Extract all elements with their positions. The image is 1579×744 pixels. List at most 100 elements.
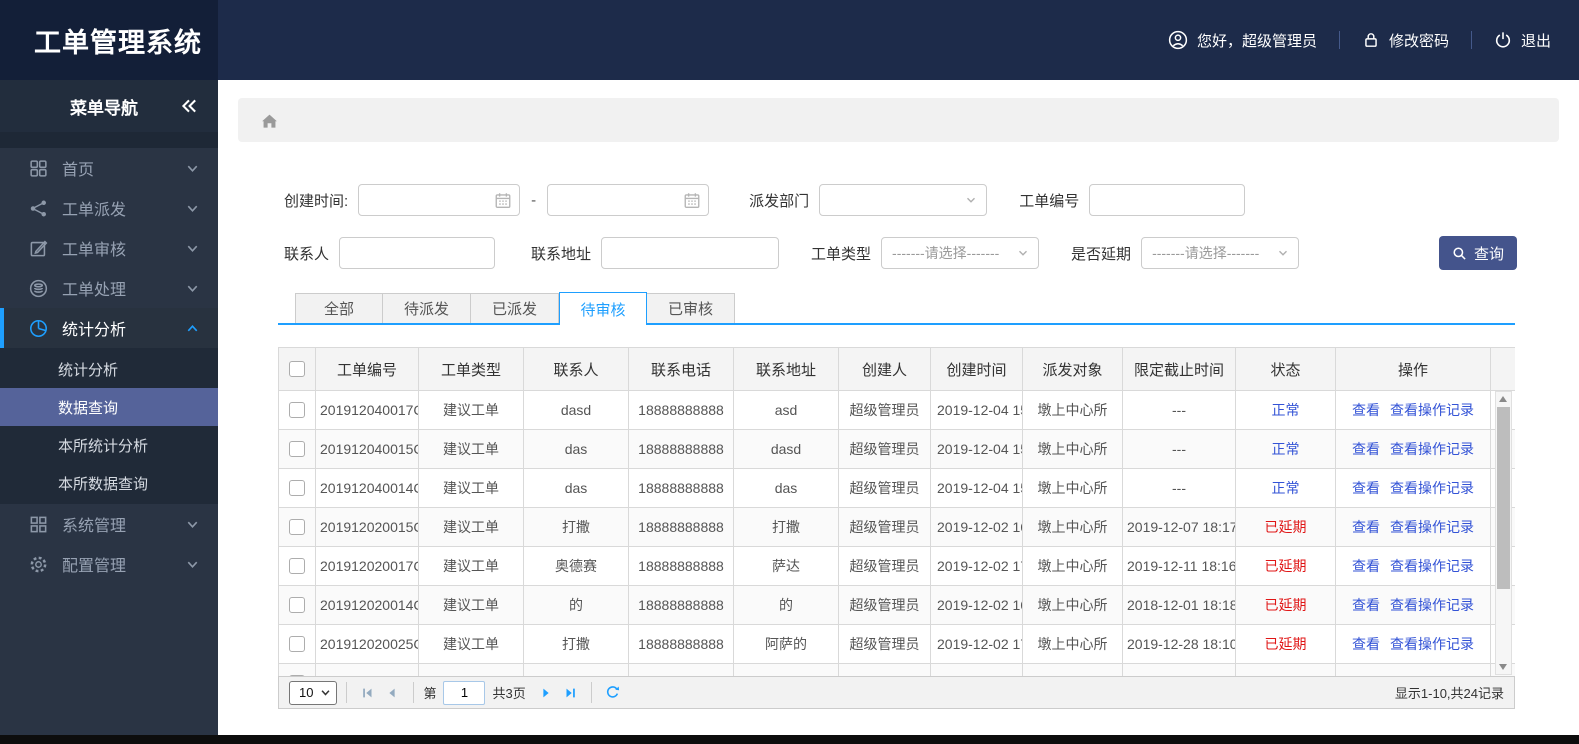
sidebar-item-3[interactable]: 工单审核 <box>0 228 218 268</box>
sidebar-item-7[interactable]: 配置管理 <box>0 544 218 584</box>
calendar-icon[interactable] <box>494 191 512 209</box>
view-link[interactable]: 查看 <box>1352 441 1380 457</box>
sidebar-item-2[interactable]: 工单派发 <box>0 188 218 228</box>
column-header: 工单编号 <box>315 347 419 391</box>
view-link[interactable]: 查看 <box>1352 558 1380 574</box>
order-type-group: 工单类型 -------请选择------- <box>811 237 1040 269</box>
sidebar-item-4[interactable]: 工单处理 <box>0 268 218 308</box>
sidebar-item-label: 工单处理 <box>62 282 127 299</box>
row-checkbox-cell <box>278 468 316 508</box>
collapse-sidebar-icon[interactable] <box>180 97 198 115</box>
sidebar-header: 菜单导航 <box>0 80 218 132</box>
pagination-bar: 10 第 共3页 显示1-10,共24记录 <box>278 676 1515 709</box>
row-checkbox[interactable] <box>289 441 305 457</box>
breadcrumb <box>238 98 1559 142</box>
table-row: 201912020017C 建议工单 奥德赛 18888888888 萨达 超级管理员 20… <box>278 546 1515 586</box>
contact-input[interactable] <box>339 237 496 269</box>
greeting-text: 您好，超级管理员 <box>1196 32 1317 50</box>
sidebar-menu: 首页 工单派发 工单审核 工单处理 统计分析 统计分析 数据查询 本所统计分析 本所数据查询 系统… <box>0 148 218 584</box>
address-input[interactable] <box>601 237 780 269</box>
status-badge: 已延期 <box>1264 636 1307 652</box>
refresh-icon[interactable] <box>605 685 620 700</box>
delay-select[interactable]: -------请选择------- <box>1141 237 1300 269</box>
sidebar-item-label: 工单审核 <box>62 242 127 259</box>
view-log-link[interactable]: 查看操作记录 <box>1390 402 1474 418</box>
table-row-partial <box>278 663 1515 676</box>
cell-deadline: --- <box>1122 390 1236 430</box>
sidebar-title: 菜单导航 <box>70 98 138 118</box>
scroll-down-arrow-icon[interactable] <box>1499 664 1507 670</box>
cell-empty <box>418 663 524 676</box>
order-no-input[interactable] <box>1089 184 1246 216</box>
sidebar-item-5[interactable]: 统计分析 <box>0 308 218 348</box>
view-link[interactable]: 查看 <box>1352 402 1380 418</box>
page-size-select[interactable]: 10 <box>289 680 338 705</box>
cell-target: 墩上中心所 <box>1022 585 1123 625</box>
lock-icon <box>1362 31 1380 49</box>
cell-created: 2019-12-02 17 <box>930 546 1023 586</box>
home-icon[interactable] <box>260 111 279 130</box>
status-tabs: 全部 待派发 已派发 待审核 已审核 <box>278 292 1515 325</box>
calendar-icon[interactable] <box>683 191 701 209</box>
row-checkbox[interactable] <box>289 675 305 676</box>
tab-2[interactable]: 待派发 <box>383 293 471 323</box>
tab-5[interactable]: 已审核 <box>647 293 735 323</box>
cell-empty <box>628 663 734 676</box>
view-log-link[interactable]: 查看操作记录 <box>1390 480 1474 496</box>
row-checkbox[interactable] <box>289 480 305 496</box>
cell-order_no: 201912020014C <box>315 585 419 625</box>
submenu-item[interactable]: 统计分析 <box>0 350 218 388</box>
view-log-link[interactable]: 查看操作记录 <box>1390 597 1474 613</box>
scroll-up-arrow-icon[interactable] <box>1499 396 1507 402</box>
view-link[interactable]: 查看 <box>1352 480 1380 496</box>
filter-row-2: 联系人 联系地址 工单类型 -------请选择------- 是否延期 ---… <box>284 236 1517 270</box>
dispatch-dept-select[interactable] <box>819 184 988 216</box>
submenu-item[interactable]: 本所统计分析 <box>0 426 218 464</box>
cell-deadline: 2019-12-28 18:10 <box>1122 624 1236 664</box>
cell-target: 墩上中心所 <box>1022 546 1123 586</box>
submenu-item[interactable]: 本所数据查询 <box>0 464 218 502</box>
pager-divider <box>590 682 592 703</box>
cell-contact: 奥德赛 <box>523 546 629 586</box>
sidebar-item-6[interactable]: 系统管理 <box>0 504 218 544</box>
view-log-link[interactable]: 查看操作记录 <box>1390 441 1474 457</box>
view-log-link[interactable]: 查看操作记录 <box>1390 636 1474 652</box>
row-checkbox[interactable] <box>289 402 305 418</box>
prev-page-button[interactable] <box>382 683 402 703</box>
row-checkbox[interactable] <box>289 558 305 574</box>
table-scrollbar[interactable] <box>1495 391 1512 675</box>
filter-row-1: 创建时间: - 派发部门 工单编号 <box>284 184 1517 216</box>
select-all-checkbox[interactable] <box>289 361 305 377</box>
logout-button[interactable]: 退出 <box>1494 30 1551 51</box>
view-log-link[interactable]: 查看操作记录 <box>1390 519 1474 535</box>
header-divider <box>1338 31 1340 49</box>
last-page-button[interactable] <box>560 683 580 703</box>
first-page-button[interactable] <box>358 683 378 703</box>
tab-1[interactable]: 全部 <box>295 293 383 323</box>
view-link[interactable]: 查看 <box>1352 636 1380 652</box>
view-log-link[interactable]: 查看操作记录 <box>1390 558 1474 574</box>
view-link[interactable]: 查看 <box>1352 519 1380 535</box>
tab-3[interactable]: 已派发 <box>471 293 559 323</box>
sidebar-item-1[interactable]: 首页 <box>0 148 218 188</box>
status-badge: 正常 <box>1271 402 1300 418</box>
sidebar-item-label: 配置管理 <box>62 558 127 575</box>
header-divider <box>1470 31 1472 49</box>
main-content: 创建时间: - 派发部门 工单编号 联系人 联系地址 工单类型 -------请… <box>218 80 1579 735</box>
contact-label: 联系人 <box>284 245 330 263</box>
view-link[interactable]: 查看 <box>1352 597 1380 613</box>
row-checkbox[interactable] <box>289 597 305 613</box>
cell-order_no: 201912040014C <box>315 468 419 508</box>
search-button[interactable]: 查询 <box>1439 236 1517 270</box>
submenu-item[interactable]: 数据查询 <box>0 388 218 426</box>
order-type-select[interactable]: -------请选择------- <box>881 237 1040 269</box>
row-checkbox[interactable] <box>289 636 305 652</box>
page-number-input[interactable] <box>443 680 486 705</box>
cell-phone: 18888888888 <box>628 468 734 508</box>
change-password-button[interactable]: 修改密码 <box>1362 30 1449 51</box>
cell-type: 建议工单 <box>418 429 524 469</box>
next-page-button[interactable] <box>536 683 556 703</box>
scrollbar-thumb[interactable] <box>1497 407 1510 589</box>
row-checkbox[interactable] <box>289 519 305 535</box>
tab-4[interactable]: 待审核 <box>559 292 647 325</box>
